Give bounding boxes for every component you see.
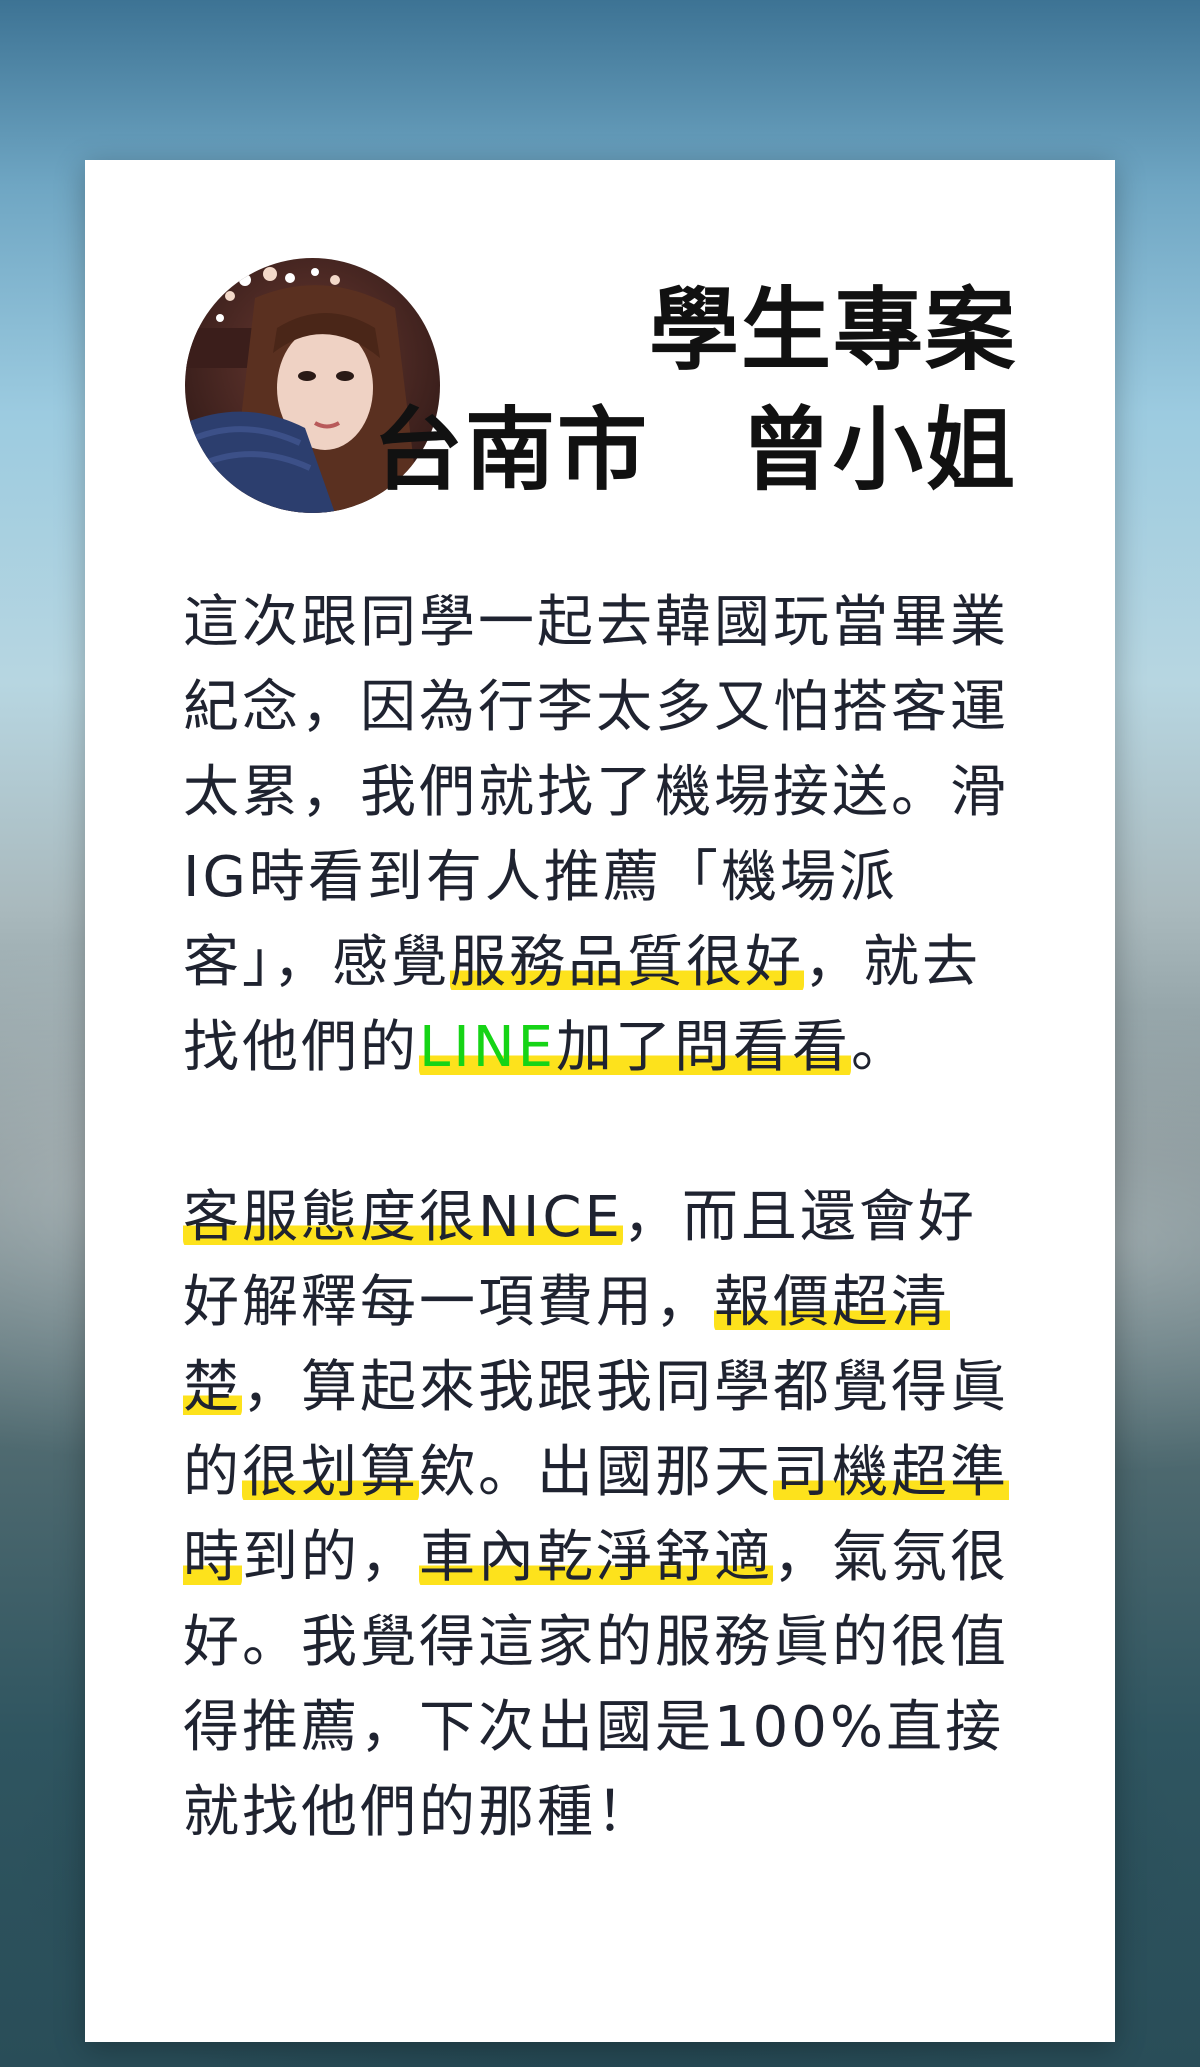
highlight-service-quality: 服務品質很好 (450, 930, 804, 995)
text-segment: 。 (851, 1015, 910, 1080)
review-paragraph-2: 客服態度很NICE，而且還會好好解釋每一項費用，報價超清楚，算起來我跟我同學都覺… (183, 1175, 1033, 1855)
highlight-clean-car: 車內乾淨舒適 (419, 1525, 773, 1590)
text-segment: 加了問看看 (556, 1015, 851, 1080)
line-brand-text: LINE (419, 1015, 556, 1080)
header-titles: 學生專案 台南市 曾小姐 (373, 270, 1017, 510)
review-paragraph-1: 這次跟同學一起去韓國玩當畢業紀念，因為行李太多又怕搭客運太累，我們就找了機場接送… (183, 580, 1033, 1090)
customer-name: 台南市 曾小姐 (373, 397, 1017, 503)
highlight-line-contact: LINE加了問看看 (419, 1015, 851, 1080)
testimonial-card: 學生專案 台南市 曾小姐 這次跟同學一起去韓國玩當畢業紀念，因為行李太多又怕搭客… (85, 160, 1115, 2042)
highlight-good-value: 很划算 (242, 1440, 419, 1505)
highlight-nice-service: 客服態度很NICE (183, 1185, 623, 1250)
review-text: 這次跟同學一起去韓國玩當畢業紀念，因為行李太多又怕搭客運太累，我們就找了機場接送… (183, 580, 1033, 1855)
text-segment: 欸。出國那天 (419, 1440, 773, 1505)
text-segment: 到的， (242, 1525, 419, 1590)
plan-title: 學生專案 (649, 277, 1017, 383)
